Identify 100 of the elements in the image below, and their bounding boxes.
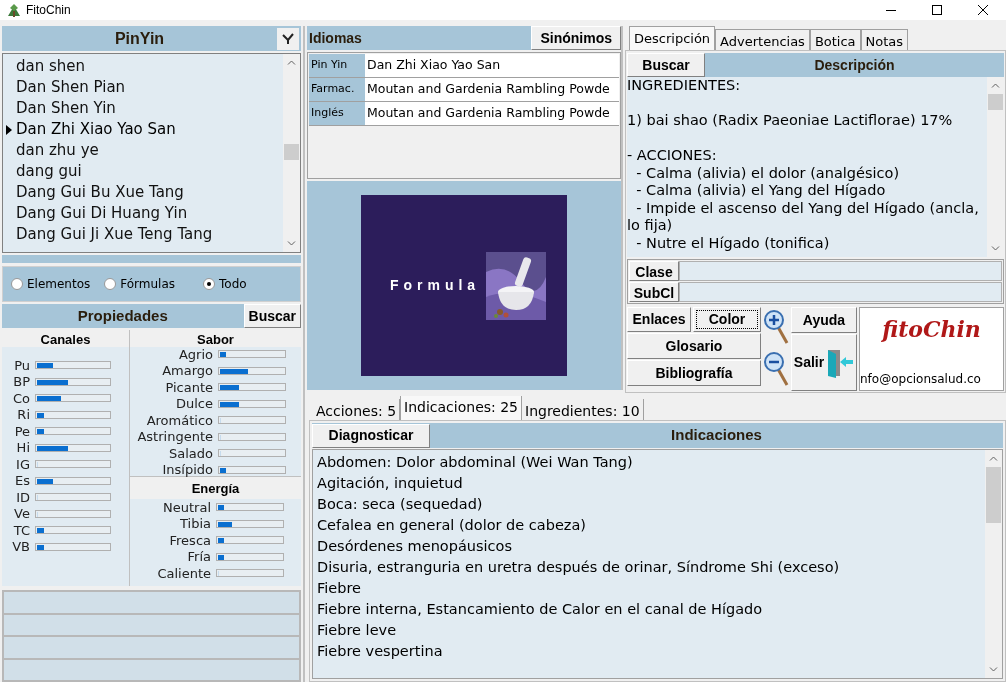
property-label: Pu — [13, 358, 31, 372]
property-label: Neutral — [162, 500, 212, 514]
name-field: Moutan and Gardenia Rambling Powde — [365, 78, 619, 101]
column-header: Sabor — [130, 330, 301, 347]
name-field: Moutan and Gardenia Rambling Powde — [365, 102, 619, 125]
property-label: Hi — [15, 441, 31, 455]
description-line: 1) bai shao (Radix Paeoniae Lactiflorae) 17% — [627, 112, 954, 130]
links-button[interactable]: Enlaces — [627, 307, 691, 332]
email-text: nfo@opcionsalud.co — [860, 371, 981, 388]
tab[interactable]: Descripción — [629, 26, 716, 50]
tab[interactable]: Acciones: 5 — [313, 399, 401, 420]
bibliography-button[interactable]: Bibliografía — [627, 360, 761, 386]
property-label: Es — [14, 474, 31, 488]
property-label: Fresca — [168, 533, 212, 547]
language-label: Farmac. — [309, 78, 365, 101]
exit-door-icon — [826, 347, 855, 378]
exit-button[interactable]: Salir — [791, 334, 857, 391]
indication-item[interactable]: Agitación, inquietud — [317, 473, 985, 494]
property-label: Salado — [168, 446, 214, 460]
indication-item[interactable]: Boca: seca (sequedad) — [317, 494, 985, 515]
property-label: ID — [15, 490, 31, 504]
scroll-down-icon[interactable] — [991, 246, 1000, 251]
column-header: Canales — [2, 330, 129, 347]
language-label: Pin Yin — [309, 54, 365, 77]
description-line: - Nutre el Hígado (tonifica) — [635, 234, 831, 252]
indication-item[interactable]: Cefalea en general (dolor de cabeza) — [317, 515, 985, 536]
indication-item[interactable]: Desórdenes menopáusicos — [317, 536, 985, 557]
pinyin-list-item[interactable]: Dan Shen Yin — [3, 98, 283, 119]
section-header: Idiomas — [308, 28, 363, 48]
search-button[interactable]: Buscar — [627, 53, 705, 77]
description-line: INGREDIENTES: — [627, 77, 742, 95]
pinyin-list-item[interactable]: Dan Zhi Xiao Yao San — [3, 119, 283, 140]
scrollbar[interactable] — [985, 450, 1002, 678]
color-button[interactable]: Color — [693, 307, 761, 332]
indication-item[interactable]: Fiebre interna, Estancamiento de Calor en el canal de Hígado — [317, 599, 985, 620]
filter-icon[interactable] — [277, 27, 299, 50]
scrollbar[interactable] — [283, 54, 300, 252]
tab[interactable]: Advertencias — [715, 29, 810, 50]
synonyms-button[interactable]: Sinónimos — [531, 26, 621, 50]
pinyin-list-item[interactable]: dan shen — [3, 56, 283, 77]
filter-radio[interactable]: Todo — [203, 275, 247, 293]
property-label: Co — [11, 391, 31, 405]
language-label: Inglés — [309, 102, 365, 125]
filter-radio[interactable]: Elementos — [11, 275, 91, 293]
property-label: Ve — [13, 507, 31, 521]
property-label: Insípido — [161, 463, 214, 477]
scroll-up-icon[interactable] — [991, 83, 1000, 88]
property-label: Caliente — [156, 566, 212, 580]
property-label: Pe — [13, 424, 31, 438]
property-label: Aromático — [145, 413, 214, 427]
tab[interactable]: Notas — [860, 29, 909, 50]
scroll-thumb[interactable] — [986, 467, 1001, 523]
name-field: Dan Zhi Xiao Yao San — [365, 54, 619, 77]
description-line: - Impide el ascenso del Yang del Hígado (ancla, lo fija) — [627, 199, 980, 235]
classification-button[interactable]: SubCl — [629, 282, 679, 302]
plant-logo-icon — [6, 2, 22, 18]
property-label: Tibia — [179, 517, 212, 531]
indication-item[interactable]: Fiebre vespertina — [317, 641, 985, 662]
zoom-out-icon[interactable] — [763, 349, 789, 389]
property-label: Agrio — [177, 347, 214, 361]
indication-item[interactable]: Disuria, estranguria en uretra después de orinar, Síndrome Shi (exceso) — [317, 557, 985, 578]
tab[interactable]: Botica — [809, 29, 861, 50]
section-header: Indicaciones — [670, 425, 763, 446]
pinyin-list-item[interactable]: Dang Gui Di Huang Yin — [3, 203, 283, 224]
property-label: TC — [12, 523, 31, 537]
property-label: Amargo — [161, 364, 214, 378]
scroll-up-icon[interactable] — [989, 456, 998, 461]
indication-item[interactable]: Fiebre leve — [317, 620, 985, 641]
property-label: Fría — [186, 550, 212, 564]
tab[interactable]: Indicaciones: 25 — [400, 396, 522, 420]
diagnose-button[interactable]: Diagnosticar — [312, 423, 430, 448]
window-title: FitoChin — [26, 2, 71, 19]
pinyin-list-item[interactable]: dang gui — [3, 161, 283, 182]
row-pointer-icon — [6, 125, 12, 135]
pinyin-list-item[interactable]: dan zhu ye — [3, 140, 283, 161]
property-label: Ri — [16, 408, 31, 422]
scroll-down-icon[interactable] — [989, 667, 998, 672]
scroll-down-icon[interactable] — [287, 241, 296, 246]
pinyin-list-item[interactable]: Dang Gui Ji Xue Teng Tang — [3, 224, 283, 245]
scroll-thumb[interactable] — [284, 144, 299, 160]
help-button[interactable]: Ayuda — [791, 307, 857, 333]
property-label: Astringente — [136, 430, 214, 444]
search-button[interactable]: Buscar — [243, 304, 301, 328]
scrollbar[interactable] — [987, 77, 1004, 257]
zoom-in-icon[interactable] — [763, 307, 789, 347]
glossary-button[interactable]: Glosario — [627, 333, 761, 359]
section-header: Propiedades — [76, 305, 169, 326]
pinyin-list-item[interactable]: Dan Shen Pian — [3, 77, 283, 98]
scroll-thumb[interactable] — [988, 94, 1003, 110]
scroll-up-icon[interactable] — [287, 60, 296, 65]
section-header: Descripción — [813, 55, 896, 75]
filter-radio[interactable]: Fórmulas — [104, 275, 176, 293]
brand-logo: fitoChin — [882, 315, 981, 344]
property-label: Picante — [164, 380, 214, 394]
description-line: - ACCIONES: — [627, 147, 718, 165]
pinyin-list-item[interactable]: Dang Gui Bu Xue Tang — [3, 182, 283, 203]
banner-title: Formula — [389, 276, 481, 295]
classification-button[interactable]: Clase — [629, 261, 679, 281]
indication-item[interactable]: Abdomen: Dolor abdominal (Wei Wan Tang) — [317, 452, 985, 473]
indication-item[interactable]: Fiebre — [317, 578, 985, 599]
